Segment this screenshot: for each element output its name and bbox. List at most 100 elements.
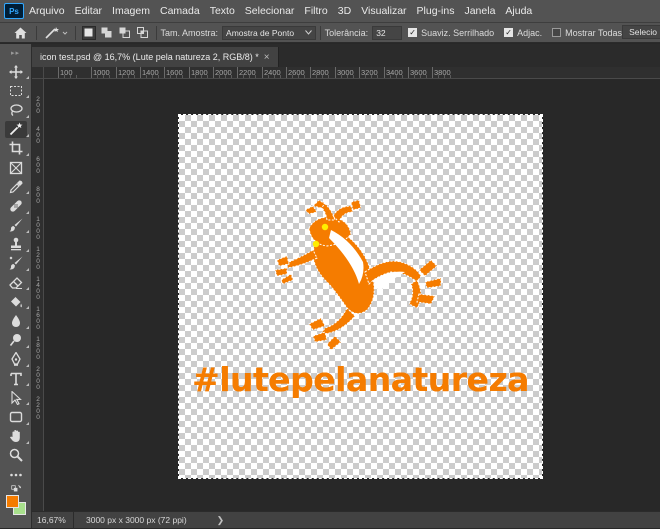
menu-imagem[interactable]: Imagem	[107, 0, 155, 22]
ruler-minor-tick	[170, 75, 171, 78]
document-tab[interactable]: icon test.psd @ 16,7% (Lute pela naturez…	[32, 47, 279, 67]
ruler-tick	[116, 67, 117, 78]
ruler-minor-tick	[390, 75, 391, 78]
ruler-minor-tick	[219, 75, 220, 78]
ruler-label: 200	[36, 96, 40, 115]
home-button[interactable]	[10, 23, 32, 42]
ruler-minor-tick	[450, 75, 451, 78]
marquee-tool[interactable]	[0, 81, 32, 100]
menu-ajuda[interactable]: Ajuda	[500, 0, 537, 22]
blur-tool[interactable]	[0, 311, 32, 330]
menu-plugins[interactable]: Plug-ins	[412, 0, 460, 22]
healing-brush-tool[interactable]	[0, 196, 32, 215]
tolerance-input[interactable]: 32	[372, 25, 403, 40]
tools-panel: ▸▸	[0, 44, 32, 528]
move-icon	[9, 64, 23, 79]
ruler-minor-tick	[304, 75, 305, 78]
pen-tool[interactable]	[0, 350, 32, 369]
move-tool[interactable]	[0, 62, 32, 81]
hand-tool[interactable]	[0, 427, 32, 446]
toolbar-grip[interactable]: ▸▸	[0, 44, 31, 62]
subtract-selection-button[interactable]	[118, 26, 132, 40]
antialias-checkbox[interactable]: ✓ Suaviz. Serrilhado	[408, 28, 498, 38]
brush-tool[interactable]	[0, 216, 32, 235]
dodge-tool[interactable]	[0, 331, 32, 350]
paint-bucket-tool[interactable]	[0, 292, 32, 311]
tolerance-label: Tolerância:	[324, 27, 369, 38]
more-tools-button[interactable]	[0, 465, 32, 484]
menu-arquivo[interactable]: Arquivo	[24, 0, 70, 22]
ruler-label: 1200	[118, 68, 135, 77]
ruler-label: 2000	[36, 366, 40, 391]
menu-3d[interactable]: 3D	[333, 0, 356, 22]
ruler-label: 1200	[36, 246, 40, 271]
bucket-icon	[11, 296, 22, 308]
menu-selecionar[interactable]: Selecionar	[240, 0, 300, 22]
ruler-minor-tick	[158, 75, 159, 78]
ruler-tick	[310, 67, 311, 78]
foreground-color-swatch[interactable]	[6, 495, 19, 508]
eraser-icon	[9, 276, 23, 289]
history-brush-icon	[9, 256, 23, 271]
zoom-tool[interactable]	[0, 446, 32, 465]
vertical-ruler[interactable]: 200 400 600 800 1000 1200 1400 1600 1800 2000 2200	[32, 79, 44, 511]
menu-camada[interactable]: Camada	[155, 0, 205, 22]
ruler-label: 3000	[337, 68, 354, 77]
ruler-minor-tick	[414, 75, 415, 78]
ruler-minor-tick	[274, 75, 275, 78]
color-swatches	[4, 493, 28, 517]
document-tab-bar: icon test.psd @ 16,7% (Lute pela naturez…	[32, 44, 660, 67]
ruler-tick	[91, 67, 92, 78]
ruler-minor-tick	[298, 75, 299, 78]
menu-editar[interactable]: Editar	[70, 0, 107, 22]
antialias-label: Suaviz. Serrilhado	[421, 27, 495, 38]
intersect-selection-button[interactable]	[136, 26, 150, 40]
ruler-label: 400	[36, 126, 40, 145]
new-selection-icon	[84, 28, 93, 37]
type-tool[interactable]	[0, 369, 32, 388]
chevron-right-icon[interactable]: ❯	[217, 515, 225, 526]
clone-stamp-tool[interactable]	[0, 235, 32, 254]
ruler-tick	[237, 67, 238, 78]
intersect-selection-icon	[137, 27, 149, 38]
menu-filtro[interactable]: Filtro	[299, 0, 332, 22]
eyedropper-tool[interactable]	[0, 177, 32, 196]
unchecked-box-icon	[552, 28, 562, 37]
zoom-level-field[interactable]: 16,67%	[32, 511, 74, 529]
ruler-minor-tick	[243, 75, 244, 78]
path-selection-tool[interactable]	[0, 388, 32, 407]
magic-wand-tool[interactable]	[0, 120, 32, 139]
ruler-label: 1600	[36, 306, 40, 331]
canvas-workspace[interactable]: #lutepelanatureza	[44, 80, 660, 511]
crop-tool[interactable]	[0, 139, 32, 158]
ruler-origin[interactable]	[32, 67, 44, 79]
ruler-minor-tick	[76, 75, 77, 78]
add-selection-button[interactable]	[100, 26, 114, 40]
frame-tool[interactable]	[0, 158, 32, 177]
history-brush-tool[interactable]	[0, 254, 32, 273]
new-selection-button[interactable]	[81, 25, 96, 40]
close-icon[interactable]: ×	[264, 52, 270, 63]
eraser-tool[interactable]	[0, 273, 32, 292]
lasso-tool[interactable]	[0, 100, 32, 119]
menu-janela[interactable]: Janela	[459, 0, 500, 22]
contiguous-checkbox[interactable]: ✓ Adjac.	[504, 28, 546, 38]
ruler-tick	[359, 67, 360, 78]
ruler-minor-tick	[347, 75, 348, 78]
document-canvas[interactable]: #lutepelanatureza	[178, 114, 543, 479]
menu-visualizar[interactable]: Visualizar	[356, 0, 411, 22]
select-subject-button[interactable]: Selecio	[622, 25, 660, 39]
ruler-minor-tick	[444, 75, 445, 78]
ruler-label: 1000	[36, 216, 40, 241]
ruler-minor-tick	[201, 75, 202, 78]
home-icon	[14, 27, 27, 38]
tool-preset-picker[interactable]	[41, 24, 71, 42]
horizontal-ruler[interactable]: 100 1000 1200 1400 1600 1800 2000 2200 2400 2600 2…	[44, 67, 660, 79]
menu-texto[interactable]: Texto	[205, 0, 240, 22]
ellipsis-icon	[10, 473, 22, 476]
ruler-minor-tick	[195, 75, 196, 78]
ruler-minor-tick	[134, 75, 135, 78]
sample-size-dropdown[interactable]: Amostra de Ponto	[222, 25, 316, 40]
rectangle-icon	[9, 411, 23, 423]
shape-tool[interactable]	[0, 407, 32, 426]
